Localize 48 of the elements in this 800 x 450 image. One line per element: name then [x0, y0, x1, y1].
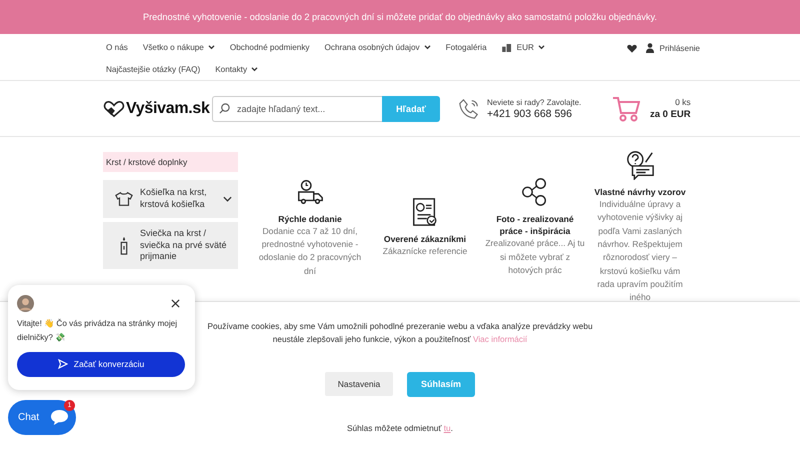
- refuse-text: Súhlas môžete odmietnuť tu.: [347, 422, 453, 433]
- currency-selector[interactable]: EUR: [502, 43, 545, 52]
- avatar: [17, 295, 34, 312]
- nav-link[interactable]: Fotogaléria: [446, 43, 487, 52]
- user-icon: [646, 43, 654, 53]
- feature-title: Overené zákazníkmi: [384, 232, 466, 245]
- feature-title: Foto - zrealizované práce - inšpirácia: [495, 213, 575, 238]
- nav-link[interactable]: Ochrana osobných údajov: [324, 43, 431, 52]
- nav-link[interactable]: O nás: [106, 43, 128, 52]
- category-label: Sviečka na krst / sviečka na prvé sväté prijmanie: [140, 228, 228, 264]
- category-title: Krst / krstové doplnky: [103, 152, 238, 172]
- cart-total: za 0 EUR: [650, 109, 691, 120]
- login-link[interactable]: Prihlásenie: [646, 43, 700, 53]
- chat-bubble-icon: [50, 409, 69, 426]
- search-field[interactable]: zadajte hľadaný text...: [212, 96, 382, 122]
- feature-title: Vlastné návrhy vzorov: [594, 186, 686, 198]
- category-item[interactable]: Košieľka na krst, krstová košieľka: [103, 180, 238, 218]
- nav-link[interactable]: Kontakty: [215, 64, 258, 74]
- send-icon: [58, 359, 68, 370]
- category-label: Košieľka na krst, krstová košieľka: [140, 187, 208, 211]
- coins-icon: [502, 44, 513, 52]
- heart-icon[interactable]: [627, 44, 638, 52]
- start-chat-button[interactable]: Začať konverzáciu: [17, 352, 185, 377]
- nav-link[interactable]: Obchodné podmienky: [230, 43, 310, 52]
- category-item[interactable]: Sviečka na krst / sviečka na prvé sväté prijmanie: [103, 222, 238, 270]
- phone-prompt: Neviete si rady? Zavolajte.: [487, 98, 582, 106]
- feature-text: Zákaznícke referencie: [382, 244, 468, 258]
- settings-button[interactable]: Nastavenia: [325, 372, 393, 396]
- feature-text: Individuálne úpravy a vyhotovenie výšivky aj podľa Vami zaslaných návrhov. Rešpektujem rôznorodosť viery – krstovú košieľku vám rada upravím použitím iného: [596, 198, 684, 301]
- heart-hand-icon: [103, 100, 125, 118]
- feature-text: Zrealizované práce... Aj tu si môžete vybrať z hotových prác: [484, 237, 586, 277]
- cookie-text: Používame cookies, aby sme Vám umožnili pohodlné prezeranie webu a vďaka analýze prevádzky webu neustále zlepšovali jeho funkcie, výkon a použiteľnosť Viac informácií: [206, 320, 594, 346]
- cart-icon[interactable]: [612, 96, 640, 122]
- chat-greeting: Vitajte! 👋 Čo vás privádza na stránky mojej dielničky? 💸: [17, 318, 178, 344]
- cart-count: 0 ks: [675, 97, 691, 107]
- question-chat-icon: [625, 150, 655, 180]
- close-icon[interactable]: [171, 299, 180, 308]
- nav-link[interactable]: Všetko o nákupe: [142, 43, 215, 52]
- chevron-icon[interactable]: [223, 196, 232, 202]
- feature-text: Dodanie cca 7 až 10 dní, prednostné vyhotovenie - odoslanie do 2 pracovných dní: [258, 224, 362, 278]
- feature-title: Rýchle dodanie: [278, 212, 342, 225]
- announcement-text: Prednostné vyhotovenie - odoslanie do 2 pracovných dní si môžete pridať do objednávky ako samostatnú položku objednávky.: [142, 12, 657, 22]
- logo[interactable]: Vyšivam.sk: [103, 100, 212, 118]
- search-icon: [219, 102, 230, 114]
- shirt-icon: [115, 190, 133, 208]
- nav-link[interactable]: Najčastejšie otázky (FAQ): [106, 64, 200, 74]
- phone-icon: [458, 98, 480, 120]
- phone-number[interactable]: +421 903 668 596: [487, 108, 582, 120]
